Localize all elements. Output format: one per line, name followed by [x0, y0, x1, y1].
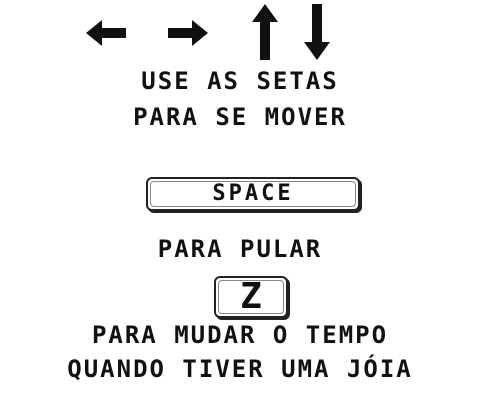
jump-instruction: PARA PULAR [157, 235, 323, 263]
time-instruction-line1: PARA MUDAR O TEMPO [91, 321, 389, 349]
arrow-left-icon [86, 18, 126, 48]
space-key[interactable]: SPACE [146, 177, 360, 211]
arrow-down-icon [302, 4, 332, 60]
arrow-keys-group [86, 4, 336, 60]
controls-screen: USE AS SETAS PARA SE MOVER SPACE PARA PU… [0, 0, 480, 420]
arrow-right-icon [168, 18, 208, 48]
time-instruction-line2: QUANDO TIVER UMA JÓIA [67, 355, 413, 383]
move-instruction-line2: PARA SE MOVER [133, 103, 347, 131]
arrow-up-icon [250, 4, 280, 60]
z-key[interactable]: Z [214, 276, 288, 318]
move-instruction-line1: USE AS SETAS [141, 67, 339, 95]
